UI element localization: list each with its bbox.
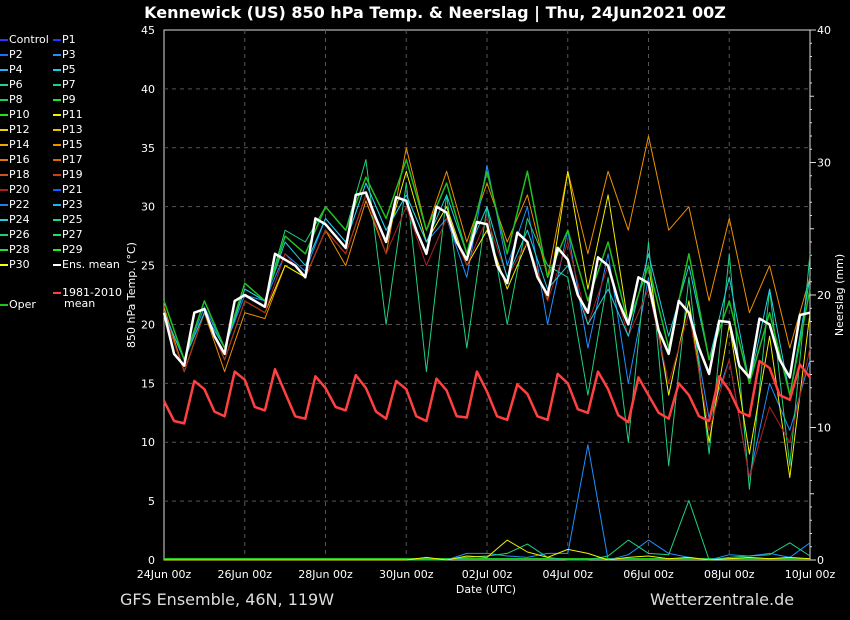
y-tick-label: 20: [141, 318, 155, 331]
y2-tick-label: 10: [817, 422, 831, 435]
y-tick-label: 15: [141, 377, 155, 390]
y2-axis-label: Neerslag (mm): [833, 254, 846, 336]
x-axis-label: Date (UTC): [456, 583, 516, 596]
y-tick-label: 30: [141, 201, 155, 214]
y-tick-label: 25: [141, 260, 155, 273]
y-tick-label: 45: [141, 24, 155, 37]
x-tick-label: 02Jul 00z: [462, 568, 513, 581]
x-tick-label: 28Jun 00z: [298, 568, 353, 581]
footer-model: GFS Ensemble, 46N, 119W: [120, 590, 335, 609]
y-tick-label: 40: [141, 83, 155, 96]
y-tick-label: 5: [148, 495, 155, 508]
x-tick-label: 04Jul 00z: [542, 568, 593, 581]
chart-window: Kennewick (US) 850 hPa Temp. & Neerslag …: [0, 0, 850, 620]
x-tick-label: 26Jun 00z: [218, 568, 273, 581]
x-tick-label: 08Jul 00z: [704, 568, 755, 581]
chart-plot: 0 5 10 15 20 25 30 35 40 45 0 10 20 30 40 24Jun 00z 26Ju…: [125, 24, 846, 596]
y2-tick-label: 30: [817, 157, 831, 170]
x-tick-label: 24Jun 00z: [137, 568, 192, 581]
x-tick-label: 06Jul 00z: [623, 568, 674, 581]
x-tick-label: 30Jun 00z: [379, 568, 434, 581]
x-tick-label: 10Jul 00z: [785, 568, 836, 581]
y-axis-label: 850 hPa Temp. (°C): [125, 242, 138, 348]
y2-tick-label: 40: [817, 24, 831, 37]
y-tick-label: 0: [148, 554, 155, 567]
y2-tick-label: 0: [817, 554, 824, 567]
y2-tick-label: 20: [817, 289, 831, 302]
y-tick-label: 10: [141, 436, 155, 449]
footer-source: Wetterzentrale.de: [650, 590, 795, 609]
y-tick-label: 35: [141, 142, 155, 155]
